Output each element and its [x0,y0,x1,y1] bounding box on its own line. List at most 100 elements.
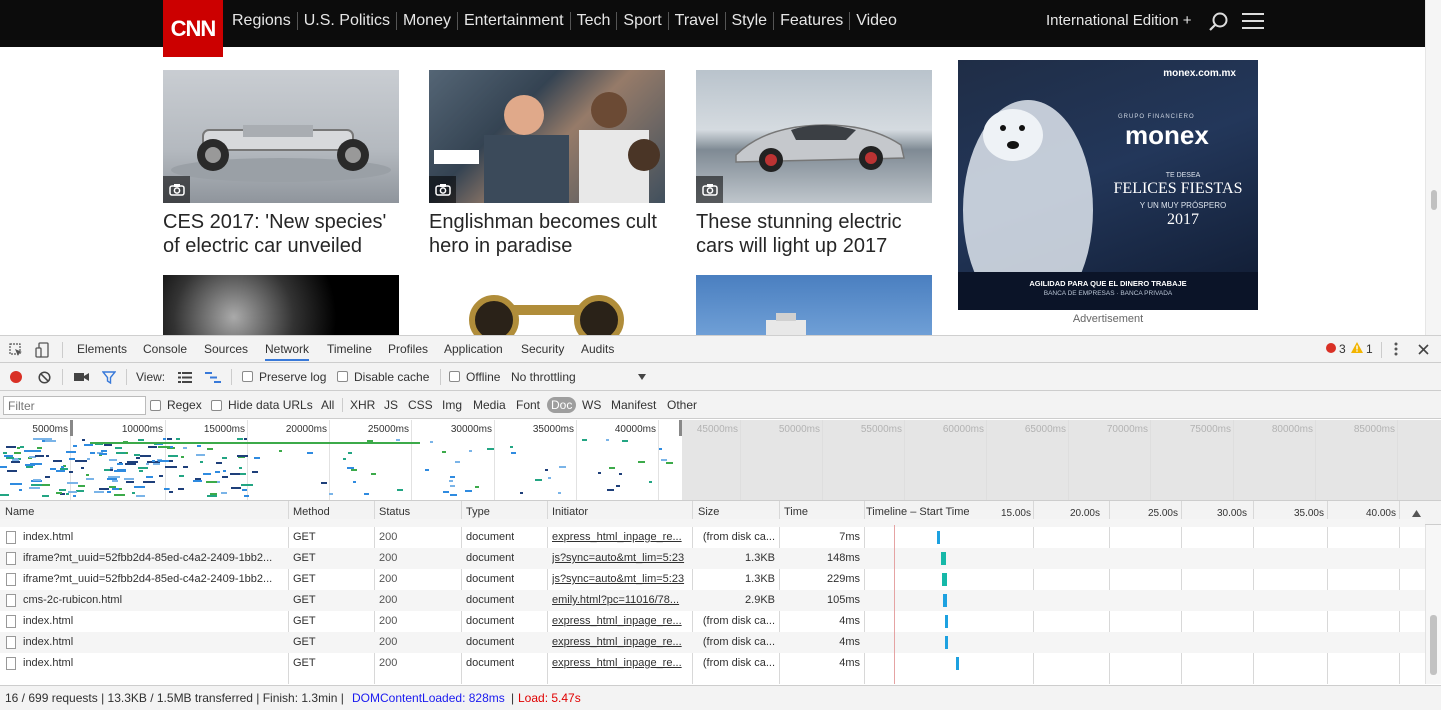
request-initiator[interactable]: express_html_inpage_re... [552,531,688,543]
chevron-down-icon[interactable] [638,374,646,380]
filter-xhr[interactable]: XHR [350,398,375,412]
waterfall-bar[interactable] [956,657,959,670]
nav-tech[interactable]: Tech [569,12,617,30]
nav-video[interactable]: Video [849,12,903,30]
col-initiator[interactable]: Initiator [552,506,588,518]
tab-elements[interactable]: Elements [77,342,127,356]
col-timeline[interactable]: Timeline – Start Time [866,506,970,518]
warning-count[interactable]: 1 [1366,342,1373,356]
hide-data-urls-checkbox[interactable] [211,400,222,411]
table-row[interactable]: cms-2c-rubicon.html GET 200 document emily.h… [0,590,1425,611]
story-headline[interactable]: These stunning electric cars will light … [696,210,932,258]
story-headline[interactable]: Englishman becomes cult hero in paradise [429,210,665,258]
col-name[interactable]: Name [5,506,34,518]
request-initiator[interactable]: express_html_inpage_re... [552,657,688,669]
story-image[interactable] [163,275,399,335]
offline-checkbox[interactable] [449,371,460,382]
story-card[interactable]: CES 2017: 'New species' of electric car … [163,70,399,258]
nav-us-politics[interactable]: U.S. Politics [296,12,396,30]
request-name[interactable]: index.html [23,657,285,669]
col-time[interactable]: Time [784,506,808,518]
filter-other[interactable]: Other [667,398,697,412]
overview-right-handle[interactable] [679,420,682,436]
waterfall-bar[interactable] [937,531,940,544]
filter-font[interactable]: Font [516,398,540,412]
preserve-log-label[interactable]: Preserve log [259,370,326,384]
table-row[interactable]: index.html GET 200 document express_html_inp… [0,611,1425,632]
advertisement-banner[interactable]: monex.com.mx GRUPO FINANCIERO monex TE D… [958,60,1258,310]
clear-icon[interactable] [38,371,51,384]
story-card[interactable]: Englishman becomes cult hero in paradise [429,70,665,258]
request-initiator[interactable]: express_html_inpage_re... [552,615,688,627]
request-name[interactable]: index.html [23,615,285,627]
more-options-icon[interactable] [1392,342,1400,356]
request-name[interactable]: iframe?mt_uuid=52fbb2d4-85ed-c4a2-2409-1… [23,552,285,564]
story-card[interactable]: These stunning electric cars will light … [696,70,932,258]
offline-label[interactable]: Offline [466,370,500,384]
nav-features[interactable]: Features [773,12,849,30]
tab-network[interactable]: Network [265,342,310,361]
tab-timeline[interactable]: Timeline [327,342,372,356]
filter-img[interactable]: Img [442,398,462,412]
col-status[interactable]: Status [379,506,410,518]
waterfall-bar[interactable] [941,552,946,565]
overview-left-handle[interactable] [70,420,73,436]
tab-console[interactable]: Console [143,342,187,356]
nav-entertainment[interactable]: Entertainment [456,12,570,30]
edition-selector[interactable]: International Edition + [1046,12,1192,29]
filter-doc[interactable]: Doc [547,397,577,413]
filter-js[interactable]: JS [384,398,398,412]
table-row[interactable]: iframe?mt_uuid=52fbb2d4-85ed-c4a2-2409-1… [0,569,1425,590]
inspect-element-icon[interactable] [9,343,23,357]
table-scrollbar[interactable] [1425,525,1441,684]
filter-media[interactable]: Media [473,398,506,412]
waterfall-bar[interactable] [942,573,947,586]
request-name[interactable]: index.html [23,531,285,543]
close-devtools-icon[interactable] [1418,344,1429,355]
waterfall-bar[interactable] [943,594,947,607]
nav-style[interactable]: Style [724,12,774,30]
nav-travel[interactable]: Travel [667,12,725,30]
request-initiator[interactable]: emily.html?pc=11016/78... [552,594,688,606]
table-row[interactable] [0,519,1425,527]
story-image[interactable] [696,275,932,335]
request-initiator[interactable]: js?sync=auto&mt_lim=5:23 [552,552,688,564]
error-icon[interactable] [1326,343,1336,353]
filter-all[interactable]: All [321,398,334,412]
request-name[interactable]: iframe?mt_uuid=52fbb2d4-85ed-c4a2-2409-1… [23,573,285,585]
warning-icon[interactable] [1351,342,1363,353]
col-method[interactable]: Method [293,506,330,518]
disable-cache-label[interactable]: Disable cache [354,370,429,384]
table-row[interactable]: index.html GET 200 document express_html_inp… [0,527,1425,548]
col-size[interactable]: Size [698,506,719,518]
regex-label[interactable]: Regex [167,398,202,412]
page-scrollbar[interactable] [1425,0,1441,335]
large-rows-icon[interactable] [178,372,192,383]
col-type[interactable]: Type [466,506,490,518]
story-image[interactable] [429,275,665,335]
table-row[interactable]: iframe?mt_uuid=52fbb2d4-85ed-c4a2-2409-1… [0,548,1425,569]
tab-application[interactable]: Application [444,342,503,356]
record-icon[interactable] [10,371,22,383]
filter-manifest[interactable]: Manifest [611,398,656,412]
tab-security[interactable]: Security [521,342,564,356]
disable-cache-checkbox[interactable] [337,371,348,382]
regex-checkbox[interactable] [150,400,161,411]
search-icon[interactable] [1208,11,1230,33]
hamburger-menu-icon[interactable] [1242,13,1264,31]
preserve-log-checkbox[interactable] [242,371,253,382]
nav-regions[interactable]: Regions [232,12,297,30]
tab-audits[interactable]: Audits [581,342,614,356]
nav-sport[interactable]: Sport [616,12,667,30]
filter-icon[interactable] [102,371,116,384]
device-toolbar-icon[interactable] [35,342,49,358]
cnn-logo[interactable]: CNN [163,0,223,57]
story-image[interactable] [429,70,665,203]
request-name[interactable]: index.html [23,636,285,648]
throttling-select[interactable]: No throttling [511,370,576,384]
network-overview[interactable]: 5000ms 10000ms 15000ms 20000ms 25000ms 30000m… [0,420,1441,501]
request-initiator[interactable]: js?sync=auto&mt_lim=5:23 [552,573,688,585]
table-scrollbar-thumb[interactable] [1430,615,1437,675]
tab-sources[interactable]: Sources [204,342,248,356]
table-row[interactable]: index.html GET 200 document express_html_inp… [0,653,1425,674]
